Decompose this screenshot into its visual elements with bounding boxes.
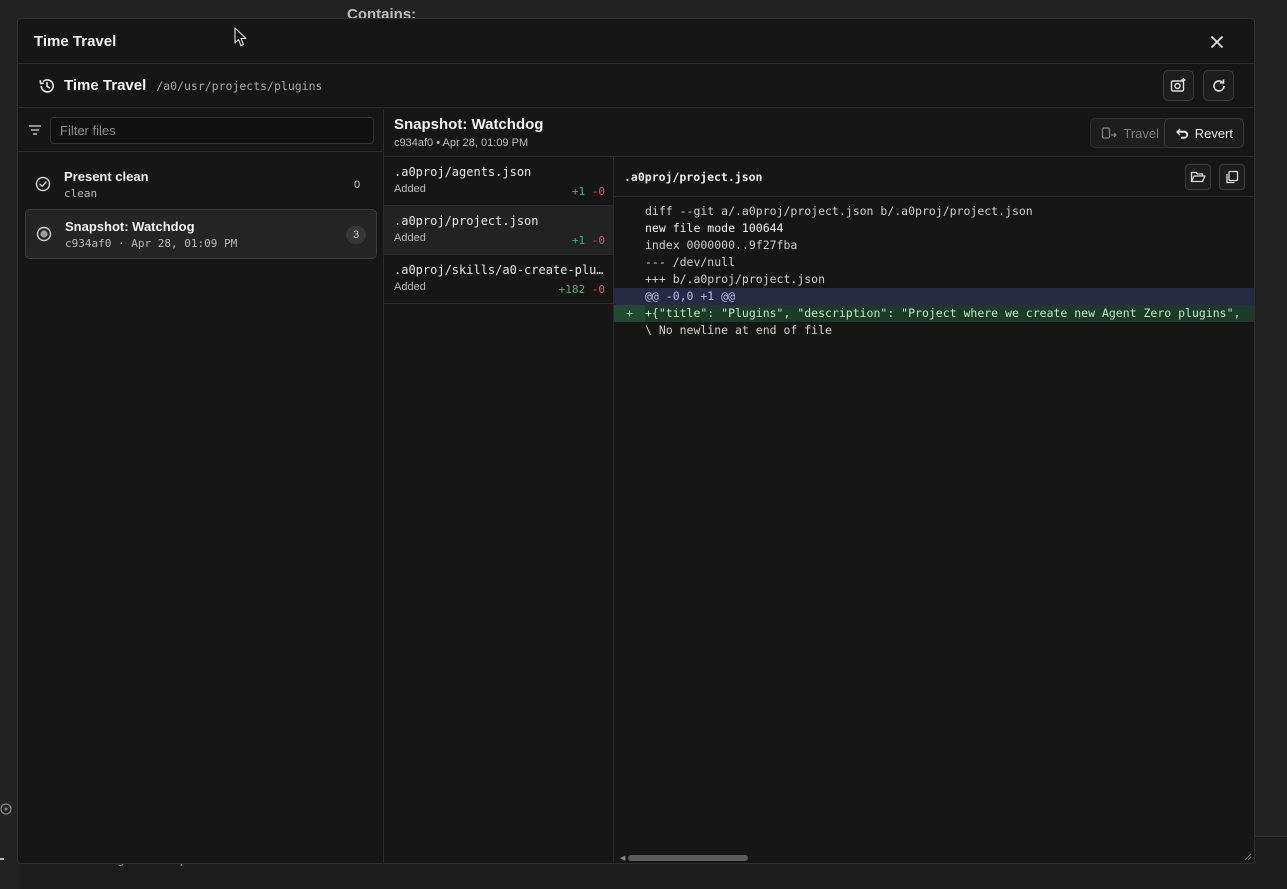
- history-icon: [39, 78, 54, 93]
- file-stats: +1 -0: [572, 185, 605, 198]
- snapshot-panel: Present clean clean 0 Snapshot: Watchdog…: [18, 109, 384, 863]
- copy-icon: [1226, 170, 1239, 184]
- lines-removed: -0: [591, 234, 605, 247]
- resize-grip-icon[interactable]: [1244, 853, 1252, 861]
- file-item[interactable]: .a0proj/skills/a0-create-plugin/SKILL.md…: [384, 255, 613, 304]
- selected-snapshot-subtitle: c934af0 • Apr 28, 01:09 PM: [394, 137, 529, 149]
- check-circle-icon: [35, 176, 51, 192]
- file-name: .a0proj/project.json: [394, 214, 539, 228]
- diff-line: index 0000000..9f27fba: [614, 237, 1254, 254]
- diff-added-line: + +{"title": "Plugins", "description": "P…: [614, 305, 1254, 322]
- undo-icon: [1176, 128, 1188, 139]
- snapshot-item-present[interactable]: Present clean clean 0: [25, 160, 377, 210]
- diff-line: --- /dev/null: [614, 254, 1254, 271]
- folder-open-icon: [1190, 171, 1206, 183]
- diff-line: +++ b/.a0proj/project.json: [614, 271, 1254, 288]
- file-item-selected[interactable]: .a0proj/project.json Added +1 -0: [384, 206, 613, 255]
- lines-removed: -0: [591, 185, 605, 198]
- file-name: .a0proj/skills/a0-create-plugin/SKILL.md: [394, 263, 604, 277]
- refresh-icon: [1212, 79, 1225, 92]
- lines-added: +1: [571, 234, 586, 247]
- diff-text: \ No newline at end of file: [645, 323, 832, 337]
- diff-text: +{"title": "Plugins", "description": "Pr…: [645, 306, 1241, 320]
- diff-gutter: +: [614, 305, 645, 322]
- snapshot-detail-header: Snapshot: Watchdog c934af0 • Apr 28, 01:…: [384, 109, 1254, 157]
- filter-row: [18, 109, 383, 152]
- scrollbar-thumb[interactable]: [628, 855, 748, 861]
- scroll-left-arrow-icon[interactable]: ◀: [620, 854, 625, 862]
- revert-label: Revert: [1194, 125, 1233, 141]
- copy-button[interactable]: [1219, 164, 1245, 190]
- background-status-marker: [0, 858, 4, 860]
- horizontal-scrollbar[interactable]: ◀: [620, 854, 1250, 862]
- close-icon: [1211, 36, 1223, 48]
- open-folder-button[interactable]: [1185, 164, 1211, 190]
- file-name: .a0proj/agents.json: [394, 165, 532, 179]
- project-path: /a0/usr/projects/plugins: [156, 78, 323, 93]
- lines-added: +182: [558, 283, 586, 296]
- diff-line: new file mode 100644: [614, 220, 1254, 237]
- diff-header: .a0proj/project.json: [614, 157, 1254, 197]
- diff-text: index 0000000..9f27fba: [645, 238, 798, 252]
- diff-text: +++ b/.a0proj/project.json: [645, 272, 826, 286]
- snapshot-item-watchdog[interactable]: Snapshot: Watchdog c934af0 · Apr 28, 01:…: [25, 209, 377, 259]
- modal-body: Present clean clean 0 Snapshot: Watchdog…: [18, 109, 1254, 863]
- modal-header: Time Travel: [18, 19, 1254, 64]
- file-status: Added: [394, 183, 426, 195]
- file-status: Added: [394, 281, 426, 293]
- mouse-cursor-icon: [234, 27, 247, 47]
- diff-viewer: .a0proj/project.json diff --git a/.a0pro…: [614, 157, 1254, 863]
- lines-added: +1: [571, 185, 586, 198]
- radio-dot-icon: [36, 226, 52, 242]
- filter-icon: [28, 125, 42, 135]
- close-button[interactable]: [1207, 32, 1227, 52]
- diff-text: --- /dev/null: [645, 255, 736, 269]
- file-item[interactable]: .a0proj/agents.json Added +1 -0: [384, 157, 613, 206]
- diff-text: @@ -0,0 +1 @@: [645, 289, 736, 303]
- snapshot-detail: Snapshot: Watchdog c934af0 • Apr 28, 01:…: [384, 109, 1254, 863]
- diff-lines: diff --git a/.a0proj/project.json b/.a0p…: [614, 203, 1254, 339]
- snapshot-title: Present clean: [64, 169, 149, 184]
- changed-files-list: .a0proj/agents.json Added +1 -0 .a0proj/…: [384, 157, 614, 863]
- modal-title: Time Travel: [34, 32, 117, 50]
- travel-icon: [1102, 127, 1118, 139]
- selected-snapshot-title: Snapshot: Watchdog: [394, 116, 544, 133]
- filter-files-input[interactable]: [50, 116, 374, 144]
- snapshot-title: Snapshot: Watchdog: [65, 219, 195, 234]
- lines-removed: -0: [591, 283, 605, 296]
- travel-label: Travel: [1123, 125, 1159, 141]
- diff-line: diff --git a/.a0proj/project.json b/.a0p…: [614, 203, 1254, 220]
- revert-button[interactable]: Revert: [1163, 118, 1244, 148]
- camera-plus-icon: [1170, 78, 1186, 92]
- snapshot-count-badge: 3: [346, 226, 366, 244]
- file-status: Added: [394, 232, 426, 244]
- diff-filename: .a0proj/project.json: [624, 170, 763, 184]
- snapshot-count: 0: [353, 179, 361, 191]
- snapshot-subtitle: clean: [64, 187, 98, 200]
- diff-hunk-line: @@ -0,0 +1 @@: [614, 288, 1254, 305]
- travel-button[interactable]: Travel: [1090, 118, 1170, 148]
- time-travel-modal: Time Travel Time Travel /a0/usr/projects…: [17, 18, 1255, 864]
- diff-text: diff --git a/.a0proj/project.json b/.a0p…: [645, 204, 1033, 218]
- diff-line: \ No newline at end of file: [614, 322, 1254, 339]
- refresh-button[interactable]: [1203, 70, 1234, 101]
- background-sidebar-icon: [0, 803, 12, 817]
- file-stats: +1 -0: [572, 234, 605, 247]
- take-snapshot-button[interactable]: [1163, 70, 1194, 101]
- modal-toolbar: Time Travel /a0/usr/projects/plugins: [18, 64, 1254, 108]
- diff-text: new file mode 100644: [645, 221, 784, 235]
- file-stats: +182 -0: [559, 283, 605, 296]
- snapshot-subtitle: c934af0 · Apr 28, 01:09 PM: [65, 237, 238, 250]
- toolbar-title: Time Travel: [64, 77, 147, 94]
